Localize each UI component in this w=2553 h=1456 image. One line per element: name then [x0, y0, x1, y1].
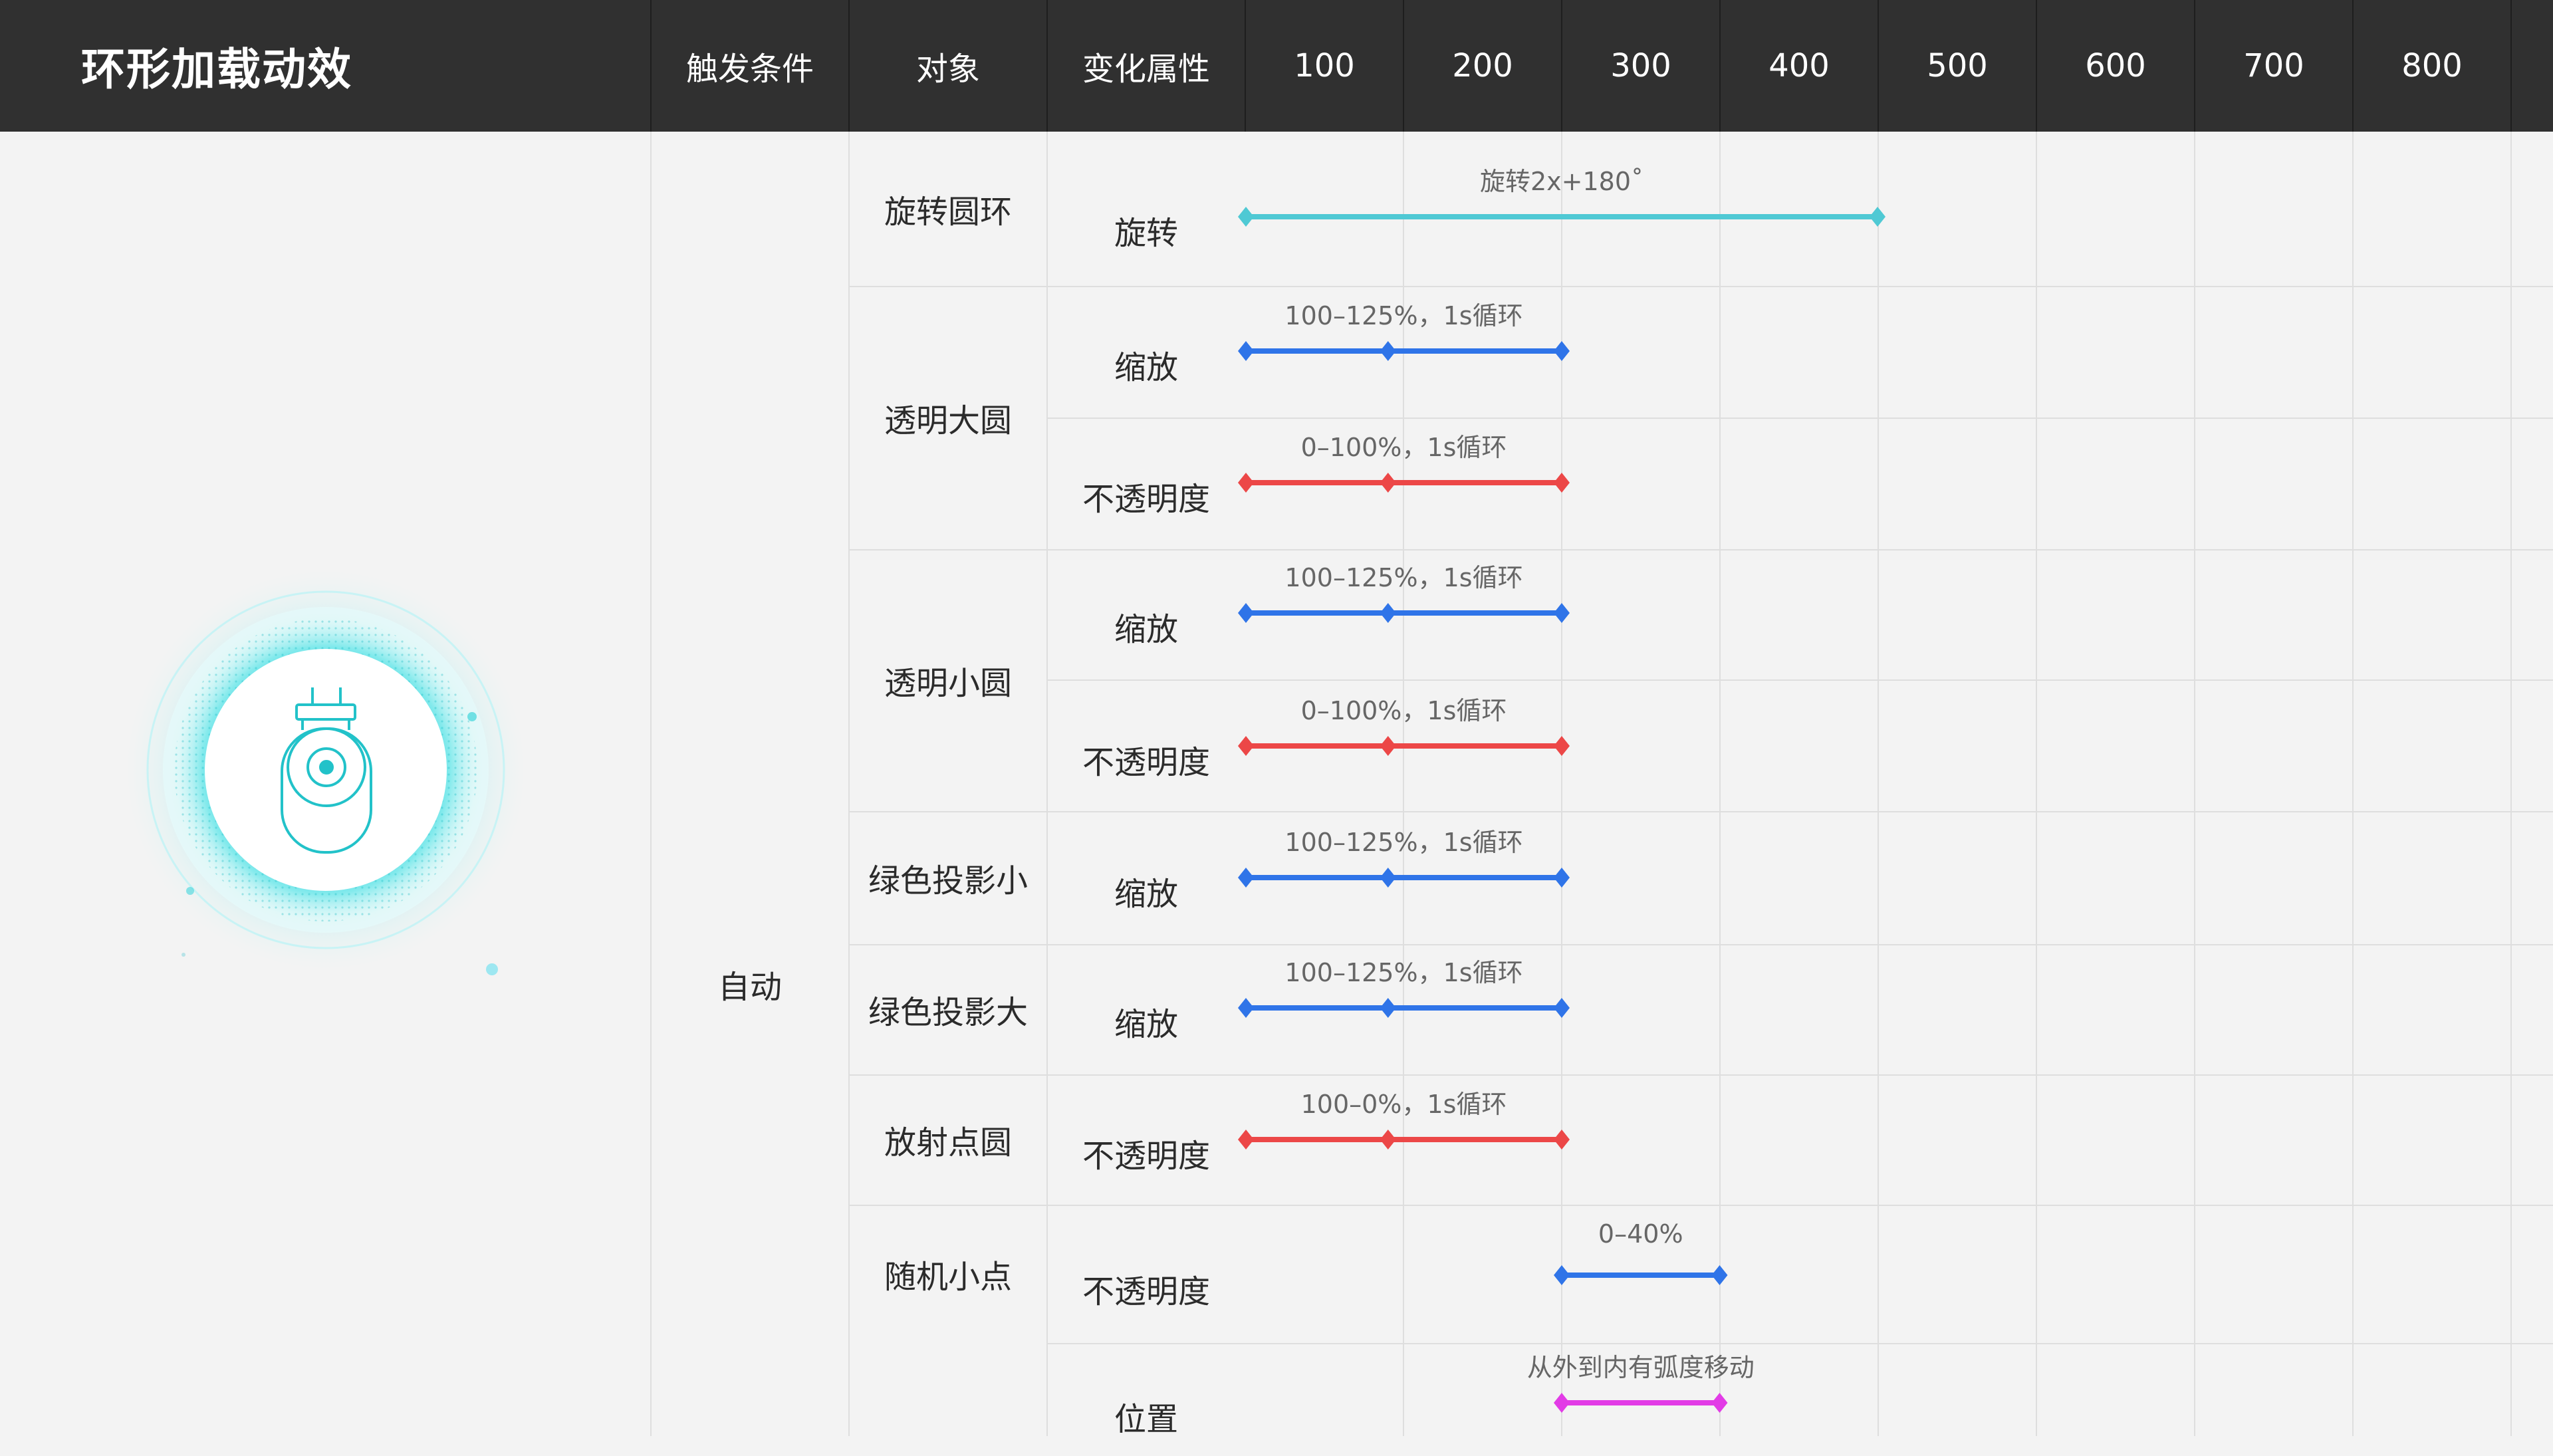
animation-spec-sheet: 环形加载动效 触发条件 对象 变化属性 100 200 300 400 500 600 70… [0, 0, 2553, 1438]
keyframe-marker [1554, 1130, 1570, 1150]
keyframe-marker [1870, 207, 1885, 227]
keyframe-marker [1554, 341, 1570, 361]
keyframe-marker [1238, 868, 1254, 888]
timeline-bars [1238, 207, 1885, 1413]
keyframe-marker [1554, 1393, 1570, 1413]
keyframe-marker [1380, 473, 1396, 493]
keyframe-marker [1380, 603, 1396, 623]
keyframe-marker [1238, 1130, 1254, 1150]
keyframe-marker [1554, 868, 1570, 888]
keyframe-marker [1711, 1393, 1728, 1413]
keyframe-marker [1380, 341, 1396, 361]
keyframe-marker [1554, 998, 1570, 1018]
keyframe-marker [1238, 603, 1254, 623]
keyframe-marker [1380, 998, 1396, 1018]
keyframe-marker [1238, 736, 1254, 756]
keyframe-marker [1380, 1130, 1396, 1150]
keyframe-marker [1380, 736, 1396, 756]
keyframe-marker [1238, 473, 1254, 493]
keyframe-marker [1554, 473, 1570, 493]
keyframe-marker [1554, 603, 1570, 623]
keyframe-marker [1238, 341, 1254, 361]
keyframe-marker [1238, 207, 1254, 227]
keyframe-marker [1380, 868, 1396, 888]
keyframe-marker [1554, 736, 1570, 756]
keyframe-marker [1238, 998, 1254, 1018]
keyframe-marker [1711, 1265, 1728, 1285]
keyframe-marker [1554, 1265, 1570, 1285]
